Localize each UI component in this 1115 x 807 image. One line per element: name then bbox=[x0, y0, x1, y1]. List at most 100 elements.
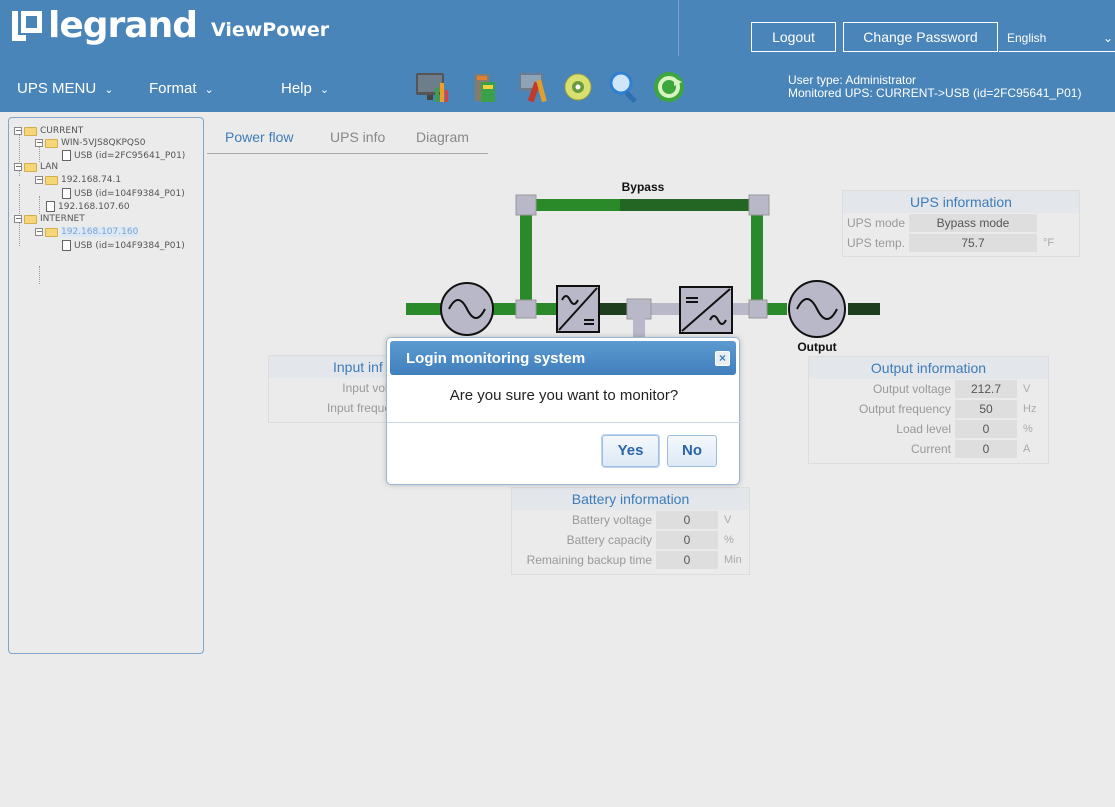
device-tree: − CURRENT − WIN-5VJS8QKPQS0 USB (id=2FC9… bbox=[8, 117, 204, 654]
no-button[interactable]: No bbox=[667, 435, 717, 467]
input-source-icon bbox=[440, 282, 494, 336]
bypass-left-line bbox=[520, 199, 532, 311]
language-value: English bbox=[1007, 31, 1047, 45]
collapse-icon[interactable]: − bbox=[35, 228, 43, 236]
tools-icon[interactable] bbox=[517, 70, 551, 104]
ups-device-icon[interactable] bbox=[467, 70, 501, 104]
file-icon bbox=[46, 201, 55, 212]
output-frequency-label: Output frequency bbox=[858, 402, 951, 416]
tree-node-internet-host[interactable]: − 192.168.107.160 bbox=[35, 227, 139, 237]
search-icon[interactable] bbox=[608, 70, 642, 104]
tree-node-lan-host[interactable]: − 192.168.74.1 bbox=[35, 175, 121, 185]
output-label: Output bbox=[797, 340, 836, 354]
input-information-panel: Input inf Input volt Input freque bbox=[268, 355, 398, 423]
ups-temp-label: UPS temp. bbox=[846, 236, 905, 250]
bypass-right-line bbox=[751, 199, 763, 311]
cd-icon[interactable] bbox=[562, 70, 596, 104]
tab-diagram[interactable]: Diagram bbox=[416, 129, 469, 145]
load-level-label: Load level bbox=[896, 422, 951, 436]
tree-node-usb-current[interactable]: USB (id=2FC95641_P01) bbox=[62, 150, 185, 161]
tab-power-flow[interactable]: Power flow bbox=[225, 129, 293, 145]
panel-title: Input inf bbox=[269, 356, 397, 378]
tree-node-win-host[interactable]: − WIN-5VJS8QKPQS0 bbox=[35, 138, 145, 148]
dialog-titlebar[interactable]: Login monitoring system × bbox=[390, 341, 736, 375]
output-voltage-value: 212.7 bbox=[955, 380, 1017, 398]
backup-time-unit: Min bbox=[724, 554, 742, 566]
input-voltage-label: Input volt bbox=[342, 381, 391, 395]
refresh-icon[interactable] bbox=[652, 70, 686, 104]
language-select[interactable]: English ⌄ bbox=[999, 24, 1115, 52]
chevron-down-icon: ⌄ bbox=[204, 84, 214, 96]
tree-label: 192.168.74.1 bbox=[61, 175, 122, 185]
dialog-title: Login monitoring system bbox=[406, 350, 586, 367]
panel-title: UPS information bbox=[843, 191, 1079, 213]
tree-label: USB (id=104F9384_P01) bbox=[74, 188, 185, 199]
legrand-logo-mark bbox=[12, 11, 42, 41]
monitored-ups: Monitored UPS: CURRENT->USB (id=2FC95641… bbox=[788, 86, 1082, 100]
monitor-icon[interactable] bbox=[415, 70, 449, 104]
tree-node-usb-internet[interactable]: USB (id=104F9384_P01) bbox=[62, 240, 185, 251]
tree-node-current[interactable]: − CURRENT bbox=[14, 126, 83, 136]
battery-capacity-unit: % bbox=[724, 534, 734, 546]
folder-icon bbox=[45, 227, 58, 237]
change-password-button[interactable]: Change Password bbox=[843, 22, 998, 52]
logout-button[interactable]: Logout bbox=[751, 22, 836, 52]
tree-node-usb-lan[interactable]: USB (id=104F9384_P01) bbox=[62, 188, 185, 199]
close-icon[interactable]: × bbox=[715, 351, 730, 366]
yes-button[interactable]: Yes bbox=[602, 435, 659, 467]
tree-label: INTERNET bbox=[40, 214, 85, 224]
menu-format[interactable]: Format ⌄ bbox=[149, 80, 214, 97]
folder-icon bbox=[45, 138, 58, 148]
ups-temp-unit: °F bbox=[1043, 237, 1055, 249]
dialog-divider bbox=[387, 422, 741, 423]
panel-title: Battery information bbox=[512, 488, 749, 510]
collapse-icon[interactable]: − bbox=[35, 176, 43, 184]
file-icon bbox=[62, 240, 71, 251]
tree-label-selected: 192.168.107.160 bbox=[61, 227, 139, 237]
inverter-icon bbox=[679, 286, 733, 334]
tree-label: WIN-5VJS8QKPQS0 bbox=[61, 138, 146, 148]
output-frequency-value: 50 bbox=[955, 400, 1017, 418]
battery-capacity-value: 0 bbox=[656, 531, 718, 549]
battery-voltage-row: Battery voltage 0 V bbox=[512, 510, 749, 530]
dialog-message: Are you sure you want to monitor? bbox=[449, 387, 679, 404]
menu-help[interactable]: Help ⌄ bbox=[281, 80, 329, 97]
folder-icon bbox=[45, 175, 58, 185]
rectifier-icon bbox=[556, 285, 600, 333]
collapse-icon[interactable]: − bbox=[14, 215, 22, 223]
brand-name: legrand bbox=[48, 5, 198, 46]
header-divider bbox=[678, 0, 679, 56]
collapse-icon[interactable]: − bbox=[14, 163, 22, 171]
input-frequency-label: Input freque bbox=[326, 401, 391, 415]
menu-help-label: Help bbox=[281, 80, 312, 97]
ups-mode-label: UPS mode bbox=[846, 216, 905, 230]
tree-label: LAN bbox=[40, 162, 59, 172]
output-frequency-unit: Hz bbox=[1023, 403, 1037, 415]
chevron-down-icon: ⌄ bbox=[104, 84, 114, 96]
battery-voltage-unit: V bbox=[724, 514, 732, 526]
ups-temp-value: 75.7 bbox=[909, 234, 1037, 252]
current-row: Current 0 A bbox=[809, 439, 1048, 459]
menu-ups-label: UPS MENU bbox=[17, 80, 97, 97]
collapse-icon[interactable]: − bbox=[14, 127, 22, 135]
tree-node-lan[interactable]: − LAN bbox=[14, 162, 58, 172]
backup-time-value: 0 bbox=[656, 551, 718, 569]
tree-node-internet[interactable]: − INTERNET bbox=[14, 214, 85, 224]
current-label: Current bbox=[910, 442, 951, 456]
bypass-line bbox=[529, 199, 760, 211]
current-value: 0 bbox=[955, 440, 1017, 458]
load-level-value: 0 bbox=[955, 420, 1017, 438]
tab-ups-info[interactable]: UPS info bbox=[330, 129, 385, 145]
bypass-junction bbox=[515, 194, 537, 216]
current-unit: A bbox=[1023, 443, 1031, 455]
chevron-down-icon: ⌄ bbox=[319, 84, 330, 96]
battery-capacity-label: Battery capacity bbox=[566, 533, 652, 547]
menu-ups[interactable]: UPS MENU ⌄ bbox=[17, 80, 113, 97]
backup-time-label: Remaining backup time bbox=[526, 553, 652, 567]
legrand-logo: legrand ViewPower bbox=[12, 8, 329, 44]
collapse-icon[interactable]: − bbox=[35, 139, 43, 147]
input-voltage-row: Input volt bbox=[269, 378, 397, 398]
view-tabs: Power flow UPS info Diagram bbox=[207, 126, 488, 154]
tree-node-lan-host2[interactable]: 192.168.107.60 bbox=[46, 201, 130, 212]
file-icon bbox=[62, 150, 71, 161]
